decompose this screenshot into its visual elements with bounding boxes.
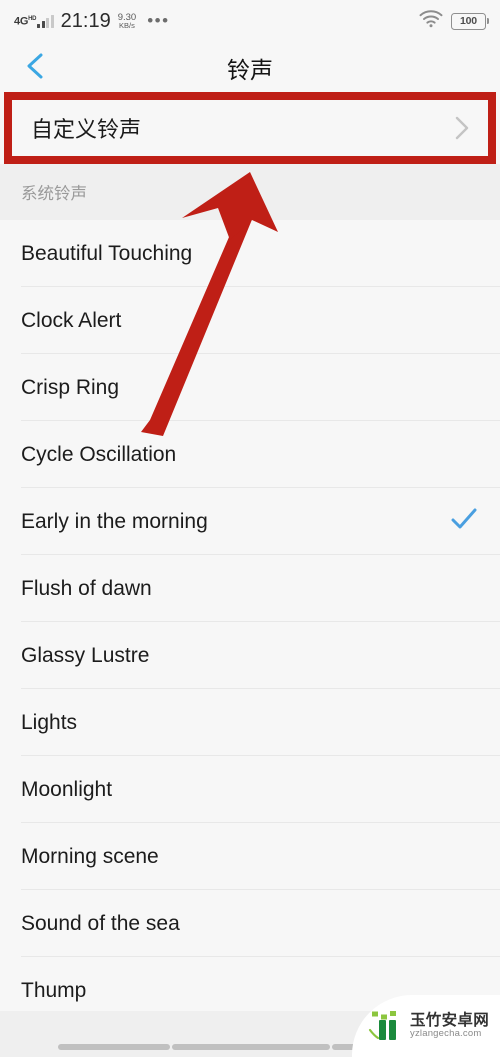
ringtone-name: Cycle Oscillation bbox=[21, 442, 177, 466]
ringtone-row[interactable]: Morning scene bbox=[0, 823, 500, 890]
ringtone-name: Sound of the sea bbox=[21, 911, 180, 935]
ringtone-name: Lights bbox=[21, 710, 78, 734]
ringtone-name: Moonlight bbox=[21, 777, 113, 801]
ringtone-row[interactable]: Sound of the sea bbox=[0, 890, 500, 957]
cellular-indicator: 4GHD bbox=[14, 14, 54, 28]
more-dots-icon: ••• bbox=[147, 11, 170, 30]
signal-bars-icon bbox=[37, 14, 54, 28]
watermark-site-name: 玉竹安卓网 bbox=[410, 1011, 490, 1029]
ringtone-name: Thump bbox=[21, 978, 87, 1002]
status-bar-clock: 21:19 bbox=[60, 10, 111, 32]
section-header-label: 系统铃声 bbox=[21, 185, 87, 203]
bamboo-logo-icon bbox=[366, 1008, 404, 1044]
back-button[interactable] bbox=[16, 49, 54, 87]
system-ringtones-section-header: 系统铃声 bbox=[0, 164, 500, 220]
ringtone-row[interactable]: Glassy Lustre bbox=[0, 622, 500, 689]
watermark-text: 玉竹安卓网 yzlangecha.com bbox=[410, 1011, 490, 1040]
ringtone-row[interactable]: Flush of dawn bbox=[0, 555, 500, 622]
network-hd-label: HD bbox=[28, 16, 37, 23]
custom-ringtone-highlight-box: 自定义铃声 bbox=[4, 92, 496, 164]
custom-ringtone-row[interactable]: 自定义铃声 bbox=[12, 100, 488, 156]
nav-segment-back[interactable] bbox=[58, 1044, 170, 1050]
custom-ringtone-label: 自定义铃声 bbox=[31, 117, 142, 142]
nav-segment-home[interactable] bbox=[172, 1044, 330, 1050]
check-icon bbox=[450, 507, 478, 536]
battery-level-label: 100 bbox=[460, 15, 477, 27]
status-bar: 4GHD 21:19 9.30 KB/s ••• 100 bbox=[0, 0, 500, 42]
status-bar-right: 100 bbox=[419, 9, 489, 33]
ringtone-list: Beautiful Touching Clock Alert Crisp Ring C… bbox=[0, 220, 500, 1024]
phone-screen: 4GHD 21:19 9.30 KB/s ••• 100 铃声 自定义铃声 系统… bbox=[0, 0, 500, 1057]
ringtone-row[interactable]: Cycle Oscillation bbox=[0, 421, 500, 488]
ringtone-name: Crisp Ring bbox=[21, 375, 120, 399]
ringtone-row[interactable]: Moonlight bbox=[0, 756, 500, 823]
watermark-url: yzlangecha.com bbox=[410, 1028, 482, 1040]
ringtone-row[interactable]: Clock Alert bbox=[0, 287, 500, 354]
chevron-left-icon bbox=[25, 51, 45, 86]
network-speed-unit: KB/s bbox=[119, 21, 135, 30]
page-title: 铃声 bbox=[227, 57, 273, 83]
ringtone-row[interactable]: Beautiful Touching bbox=[0, 220, 500, 287]
battery-indicator: 100 bbox=[451, 12, 489, 30]
ringtone-row[interactable]: Lights bbox=[0, 689, 500, 756]
ringtone-name: Glassy Lustre bbox=[21, 643, 150, 667]
ringtone-name: Flush of dawn bbox=[21, 576, 152, 600]
network-type-label: 4GHD bbox=[14, 15, 37, 28]
chevron-right-icon bbox=[454, 115, 470, 141]
wifi-icon bbox=[419, 9, 443, 33]
network-speed-indicator: 9.30 KB/s bbox=[118, 12, 137, 30]
ringtone-name: Beautiful Touching bbox=[21, 241, 193, 265]
title-bar: 铃声 bbox=[0, 42, 500, 94]
ringtone-name: Early in the morning bbox=[21, 509, 208, 533]
status-bar-left: 4GHD 21:19 9.30 KB/s ••• bbox=[14, 11, 170, 31]
ringtone-row[interactable]: Crisp Ring bbox=[0, 354, 500, 421]
ringtone-name: Clock Alert bbox=[21, 308, 122, 332]
ringtone-row[interactable]: Early in the morning bbox=[0, 488, 500, 555]
ringtone-name: Morning scene bbox=[21, 844, 159, 868]
